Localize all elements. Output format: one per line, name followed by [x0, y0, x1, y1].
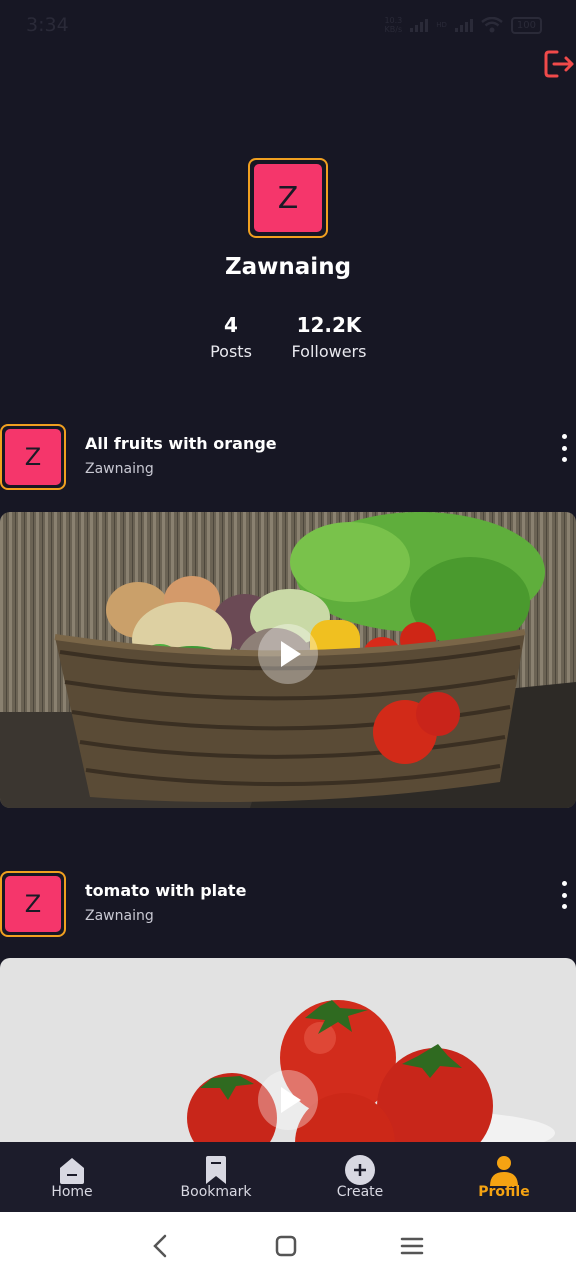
followers-label: Followers — [291, 342, 367, 361]
avatar-letter: Z — [5, 429, 61, 485]
play-button[interactable] — [258, 1070, 318, 1130]
post-title[interactable]: tomato with plate — [85, 881, 246, 900]
followers-stat[interactable]: 12.2K Followers — [284, 312, 374, 366]
back-icon — [153, 1234, 167, 1258]
post-author[interactable]: Zawnaing — [85, 908, 154, 924]
post-author[interactable]: Zawnaing — [85, 461, 154, 477]
post-title[interactable]: All fruits with orange — [85, 434, 277, 453]
nav-label: Home — [51, 1184, 93, 1200]
status-bar: 3:34 10.3 KB/s HD 100 — [0, 0, 576, 52]
logout-button[interactable] — [542, 48, 576, 80]
home-system-button[interactable] — [268, 1230, 304, 1262]
play-button[interactable] — [258, 624, 318, 684]
status-time: 3:34 — [26, 14, 69, 36]
post-image[interactable] — [0, 958, 576, 1158]
square-icon — [275, 1235, 297, 1257]
avatar-letter: Z — [254, 164, 322, 232]
posts-stat: 4 Posts — [196, 312, 266, 366]
network-speed: 10.3 KB/s — [384, 16, 402, 34]
create-icon — [345, 1155, 375, 1185]
profile-icon — [490, 1156, 518, 1186]
more-options-button[interactable] — [556, 881, 572, 909]
signal-icon-2 — [454, 18, 473, 32]
wifi-icon — [481, 17, 503, 33]
nav-label: Bookmark — [180, 1184, 252, 1200]
profile-name: Zawnaing — [224, 254, 352, 280]
nav-create[interactable]: Create — [300, 1142, 420, 1212]
avatar-letter: Z — [5, 876, 61, 932]
post-image[interactable] — [0, 512, 576, 808]
system-navigation — [0, 1212, 576, 1280]
home-icon — [60, 1158, 84, 1184]
post-avatar[interactable]: Z — [0, 424, 66, 490]
logout-icon — [544, 50, 574, 78]
followers-count: 12.2K — [296, 313, 362, 337]
network-speed-value: 10.3 — [384, 16, 403, 25]
signal-icon — [410, 18, 429, 32]
nav-bookmark[interactable]: Bookmark — [156, 1142, 276, 1212]
nav-home[interactable]: Home — [12, 1142, 132, 1212]
status-icons: 10.3 KB/s HD 100 — [384, 16, 542, 34]
nav-label: Profile — [478, 1184, 530, 1200]
bottom-navigation: Home Bookmark Create Profile — [0, 1142, 576, 1212]
more-options-button[interactable] — [556, 434, 572, 462]
posts-label: Posts — [210, 342, 252, 361]
battery-icon: 100 — [510, 16, 542, 34]
back-button[interactable] — [143, 1230, 179, 1262]
network-speed-unit: KB/s — [384, 25, 403, 34]
sim-label: HD — [436, 21, 447, 29]
profile-avatar: Z — [248, 158, 328, 238]
posts-count: 4 — [224, 313, 238, 337]
recents-button[interactable] — [394, 1230, 430, 1262]
post-avatar[interactable]: Z — [0, 871, 66, 937]
nav-label: Create — [336, 1184, 384, 1200]
bookmark-icon — [206, 1156, 226, 1184]
menu-icon — [400, 1237, 424, 1255]
nav-profile[interactable]: Profile — [444, 1142, 564, 1212]
